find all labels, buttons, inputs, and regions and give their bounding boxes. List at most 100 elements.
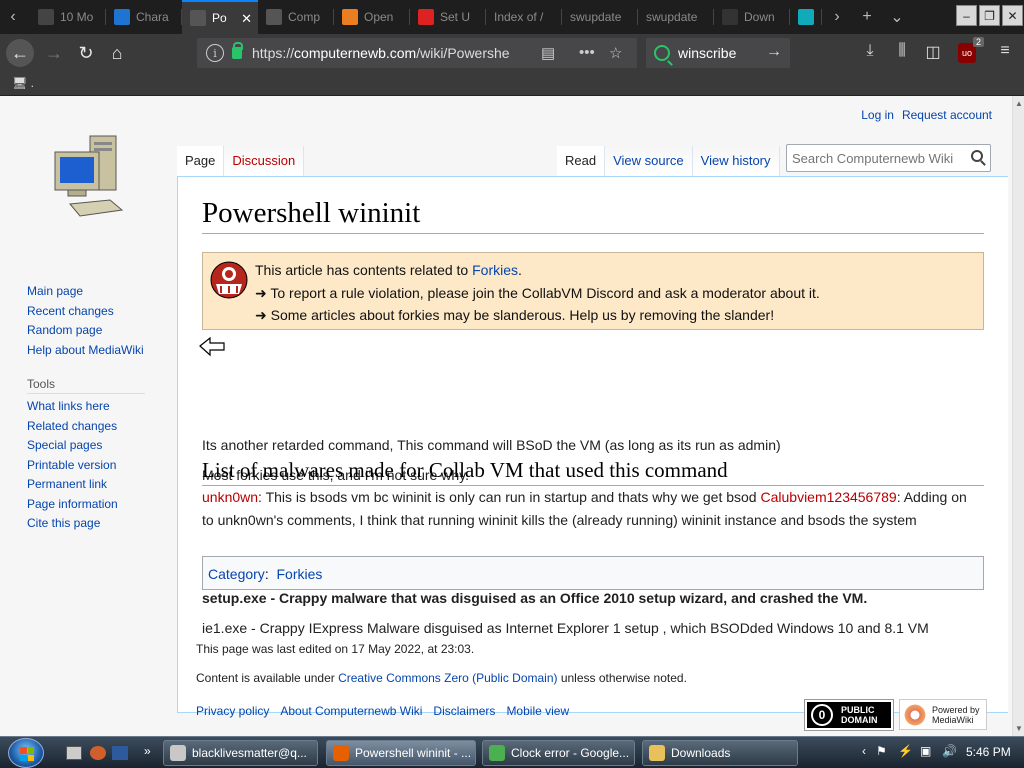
search-go-icon[interactable]: → xyxy=(766,43,782,61)
sidebar-tool-page-information[interactable]: Page information xyxy=(27,495,157,515)
sidebar-tool-related-changes[interactable]: Related changes xyxy=(27,417,157,437)
firefox-icon xyxy=(333,745,349,761)
forkies-link[interactable]: Forkies xyxy=(472,262,518,278)
request-account-link[interactable]: Request account xyxy=(902,108,992,122)
browser-tab[interactable]: Chara xyxy=(106,0,182,34)
sidebar-item-main-page[interactable]: Main page xyxy=(27,282,157,302)
minimize-window-button[interactable]: – xyxy=(956,5,977,26)
action-center-icon[interactable]: ⚑ xyxy=(876,744,887,758)
privacy-policy-link[interactable]: Privacy policy xyxy=(196,704,269,718)
library-icon[interactable]: ⫼ xyxy=(891,42,913,60)
browser-tab[interactable]: Comp xyxy=(258,0,334,34)
mobile-view-link[interactable]: Mobile view xyxy=(506,704,569,718)
home-button[interactable]: ⌂ xyxy=(103,39,131,67)
reload-button[interactable]: ↻ xyxy=(72,39,100,67)
downloads-icon[interactable]: ⤓ xyxy=(859,42,881,60)
browser-tab[interactable]: Index of / xyxy=(486,0,562,34)
sidebar-tool-printable-version[interactable]: Printable version xyxy=(27,456,157,476)
start-button[interactable] xyxy=(8,738,44,768)
sidebar-item-recent-changes[interactable]: Recent changes xyxy=(27,302,157,322)
category-forkies-link[interactable]: Forkies xyxy=(276,566,322,582)
forward-button[interactable]: → xyxy=(40,39,68,67)
taskbar-button[interactable]: Downloads xyxy=(642,740,798,766)
tab-view-history[interactable]: View history xyxy=(692,146,780,176)
show-desktop-icon[interactable] xyxy=(66,746,82,760)
wiki-logo[interactable] xyxy=(50,132,128,218)
scroll-tabs-left-button[interactable]: ‹ xyxy=(0,0,26,34)
license-link[interactable]: Creative Commons Zero (Public Domain) xyxy=(338,671,557,685)
cc0-icon: 0 xyxy=(811,704,833,726)
sidebar-tool-cite-this-page[interactable]: Cite this page xyxy=(27,514,157,534)
openvpn-icon xyxy=(342,9,358,25)
page-actions-icon[interactable]: ••• xyxy=(579,44,595,61)
quicklaunch-icon[interactable] xyxy=(90,746,106,760)
quicklaunch-icon[interactable] xyxy=(112,746,128,760)
site-info-icon[interactable]: i xyxy=(206,44,224,62)
ublock-icon[interactable]: uo 2 xyxy=(958,37,984,63)
network-monitor-icon[interactable]: ▣ xyxy=(920,744,931,758)
browser-tab[interactable]: Down xyxy=(714,0,790,34)
browser-tab[interactable]: 10 Mo xyxy=(30,0,106,34)
restore-window-button[interactable]: ❐ xyxy=(979,5,1000,26)
search-engine-value[interactable]: winscribe xyxy=(678,45,736,61)
tab-page[interactable]: Page xyxy=(177,146,225,176)
browser-tab[interactable]: Open xyxy=(334,0,410,34)
tray-expand-icon[interactable]: ‹ xyxy=(862,744,866,758)
network-icon[interactable]: ⚡ xyxy=(898,744,913,758)
browser-tab[interactable]: Set U xyxy=(410,0,486,34)
url-text[interactable]: https://computernewb.com/wiki/Powershe xyxy=(252,45,512,61)
bookmark-star-icon[interactable]: ☆ xyxy=(609,44,622,62)
wiki-search-input[interactable] xyxy=(787,145,957,171)
scroll-tabs-right-button[interactable]: › xyxy=(822,0,852,34)
back-button[interactable]: ← xyxy=(6,39,34,67)
taskbar-button[interactable]: Powershell wininit - ... xyxy=(326,740,476,766)
search-icon[interactable] xyxy=(971,150,983,162)
taskbar-button[interactable]: Clock error - Google... xyxy=(482,740,635,766)
menu-icon[interactable]: ≡ xyxy=(994,42,1016,60)
close-tab-icon[interactable]: ✕ xyxy=(241,11,252,27)
taskbar-button[interactable]: blacklivesmatter@q... xyxy=(163,740,318,766)
sidebar-icon[interactable]: ◫ xyxy=(922,42,944,62)
quicklaunch-more-icon[interactable]: » xyxy=(144,744,151,758)
user-link-calubviem[interactable]: Calubviem123456789 xyxy=(760,489,896,505)
arrow-left-icon: ← xyxy=(11,42,29,63)
clock[interactable]: 5:46 PM xyxy=(966,745,1011,759)
categories-link[interactable]: Category xyxy=(208,566,265,582)
disclaimers-link[interactable]: Disclaimers xyxy=(433,704,495,718)
taskbar-button-label: Downloads xyxy=(671,746,731,760)
scroll-up-icon[interactable]: ▲ xyxy=(1015,99,1023,108)
browser-tab[interactable]: swupdate xyxy=(638,0,714,34)
wiki-page: Log in Request account Main page Recent c… xyxy=(0,96,1012,736)
chrome-icon xyxy=(489,745,505,761)
sidebar-tool-permanent-link[interactable]: Permanent link xyxy=(27,475,157,495)
new-tab-button[interactable]: + xyxy=(852,0,882,34)
close-window-button[interactable]: ✕ xyxy=(1002,5,1023,26)
address-bar[interactable]: i https://computernewb.com/wiki/Powershe… xyxy=(197,38,637,68)
tab-discussion[interactable]: Discussion xyxy=(224,146,305,176)
tab-read[interactable]: Read xyxy=(557,146,606,176)
public-domain-badge[interactable]: 0 PUBLIC DOMAIN xyxy=(804,699,894,731)
tab-view-source[interactable]: View source xyxy=(605,146,693,176)
reader-view-icon[interactable]: ▤ xyxy=(541,44,555,62)
sidebar-item-random-page[interactable]: Random page xyxy=(27,321,157,341)
browser-tab[interactable]: swupdate xyxy=(562,0,638,34)
page-scrollbar[interactable]: ▲ ▼ xyxy=(1012,96,1024,736)
sidebar-tool-special-pages[interactable]: Special pages xyxy=(27,436,157,456)
volume-icon[interactable]: 🔊 xyxy=(942,744,957,758)
bookmark-item[interactable]: 🖥 . xyxy=(12,76,34,90)
browser-tab[interactable]: Po ✕ xyxy=(182,0,258,34)
about-link[interactable]: About Computernewb Wiki xyxy=(280,704,422,718)
login-link[interactable]: Log in xyxy=(861,108,894,122)
computer-icon: 🖥 xyxy=(12,76,28,90)
scroll-down-icon[interactable]: ▼ xyxy=(1015,724,1023,733)
sidebar-tool-what-links-here[interactable]: What links here xyxy=(27,397,157,417)
bookmarks-bar: 🖥 . xyxy=(0,72,1024,96)
user-link-unkn0wn[interactable]: unkn0wn xyxy=(202,489,258,505)
malware-item-setup: setup.exe - Crappy malware that was disg… xyxy=(202,590,868,606)
powered-by-mediawiki-badge[interactable]: Powered by MediaWiki xyxy=(899,699,987,730)
list-all-tabs-button[interactable]: ⌄ xyxy=(882,0,912,34)
browser-tab[interactable] xyxy=(790,0,822,34)
browser-tab-label: swupdate xyxy=(646,10,698,24)
search-engine-box[interactable]: winscribe → xyxy=(646,38,790,68)
sidebar-item-help-about-mediawiki[interactable]: Help about MediaWiki xyxy=(27,341,157,361)
